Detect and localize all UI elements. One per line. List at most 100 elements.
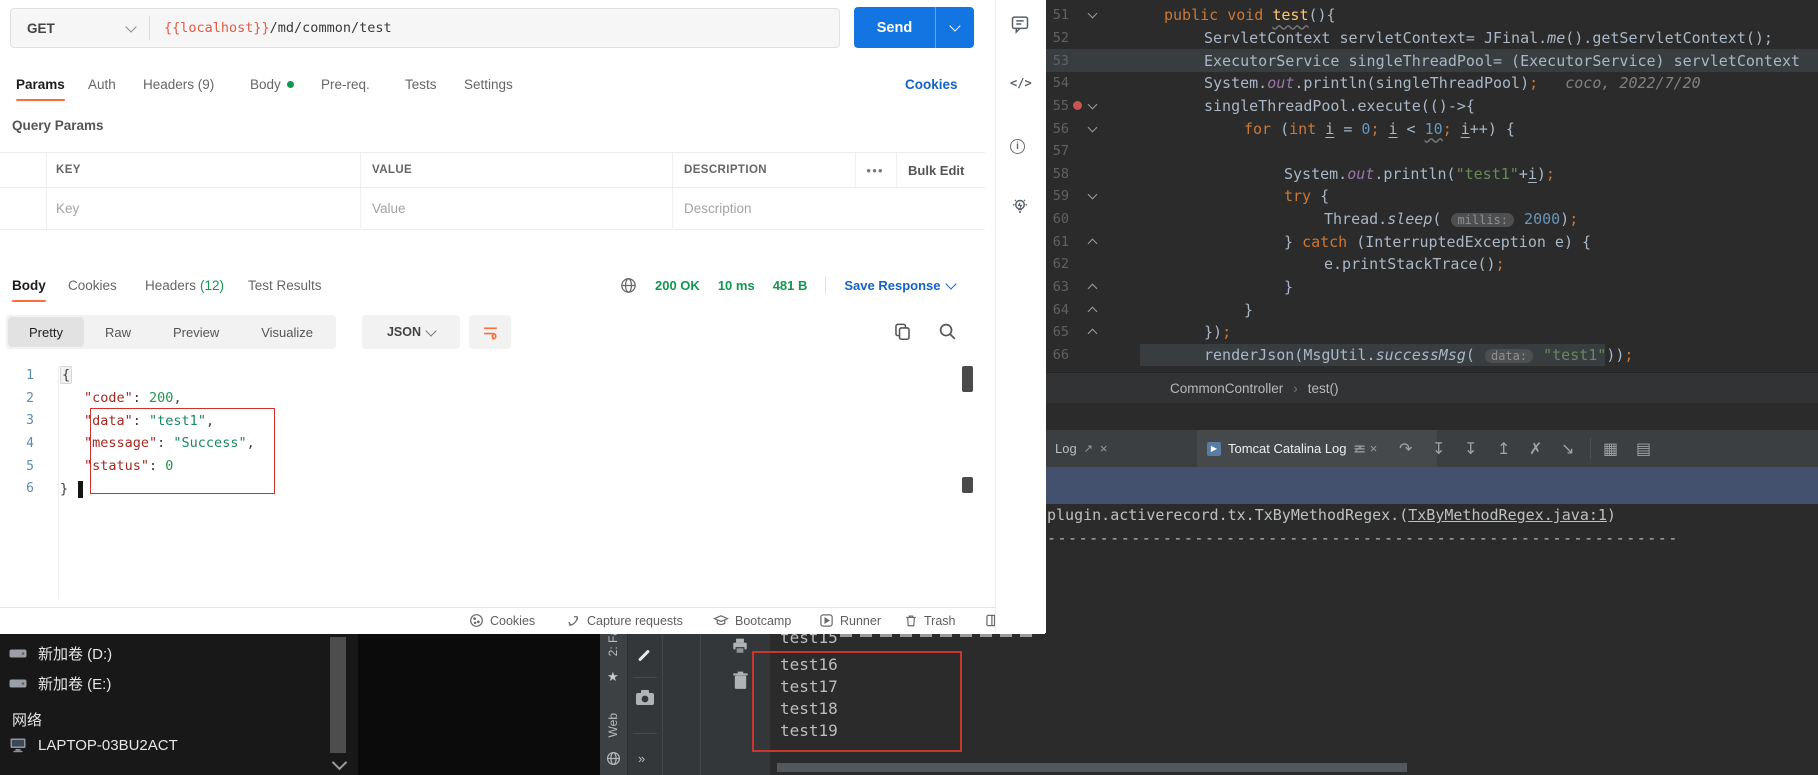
description-input[interactable]: Description [684,188,752,228]
stripe-favorites-label[interactable]: 2: Fa [606,633,620,656]
fold-marker[interactable] [1085,122,1099,132]
ide-code-line[interactable]: 66 renderJson(MsgUtil.successMsg( data: "… [1045,343,1818,367]
bulk-edit-button[interactable]: Bulk Edit [908,153,964,187]
ide-code-line[interactable]: 59 try { [1045,185,1818,208]
fold-marker[interactable] [1085,99,1099,110]
trash-icon[interactable] [732,671,749,695]
value-input[interactable]: Value [372,188,406,228]
code-icon[interactable]: </> [1010,76,1032,90]
ide-code-line[interactable]: 62 e.printStackTrace(); [1045,253,1818,276]
copy-icon[interactable] [893,322,912,346]
bulb-icon[interactable] [1010,196,1030,221]
explorer-item[interactable]: 网络 [12,707,42,731]
ide-code-line[interactable]: 60 Thread.sleep( millis: 2000); [1045,208,1818,231]
request-tab-auth[interactable]: Auth [88,68,116,100]
ide-code-line[interactable]: 57 [1045,140,1818,163]
request-tab-body[interactable]: Body [250,68,294,100]
save-response-button[interactable]: Save Response [844,278,957,293]
horizontal-scrollbar[interactable] [777,763,1407,772]
runner-footer-button[interactable]: Runner [819,608,881,633]
ide-code-line[interactable]: 51 public void test(){ [1045,4,1818,27]
view-tab-pretty[interactable]: Pretty [8,317,84,347]
info-icon[interactable]: i [1010,136,1025,154]
response-tab-headers[interactable]: Headers (12) [145,268,224,302]
response-tab-cookies[interactable]: Cookies [68,268,117,302]
request-tab-pre-req-[interactable]: Pre-req. [321,68,370,100]
cookie-footer-button[interactable]: Cookies [469,608,535,633]
request-tab-params[interactable]: Params [16,68,65,101]
request-tab-tests[interactable]: Tests [405,68,437,100]
ide-editor[interactable]: 51 public void test(){52 ServletContext se… [1045,4,1818,367]
fold-marker[interactable] [1085,283,1099,294]
ide-code-line[interactable]: 63} [1045,276,1818,299]
wrap-icon[interactable]: ↷ [1399,430,1412,467]
log-tab-log[interactable]: Log ↗ × [1045,430,1197,467]
status-badge[interactable]: 200 OK [655,278,700,293]
explorer-item[interactable]: 新加卷 (D:) [8,641,112,665]
fold-marker[interactable] [1085,306,1099,317]
fold-marker[interactable] [1085,328,1099,339]
send-button[interactable]: Send [854,7,974,48]
ide-code-line[interactable]: 61} catch (InterruptedException e) { [1045,230,1818,253]
chevron-down-icon[interactable] [331,754,348,771]
response-size[interactable]: 481 B [773,278,808,293]
ide-code-line[interactable]: 54 System.out.println(singleThreadPool); … [1045,72,1818,95]
explorer-scrollbar[interactable] [330,637,346,753]
fold-marker[interactable] [1085,189,1099,200]
clear-icon[interactable]: ✗ [1529,430,1542,467]
comment-icon[interactable] [1010,14,1030,39]
wrap-text-button[interactable] [469,315,511,349]
response-time[interactable]: 10 ms [718,278,755,293]
grid-icon[interactable]: ▦ [1603,430,1618,467]
star-icon[interactable]: ★ [607,669,619,685]
breadcrumb-method[interactable]: test() [1308,381,1339,396]
download-icon[interactable]: ↧ [1464,430,1477,467]
scroll-up-icon[interactable]: ↥ [1497,430,1510,467]
method-select[interactable]: GET [11,21,149,36]
ide-code-line[interactable]: 53 ExecutorService singleThreadPool= (Exe… [1045,49,1818,72]
response-tab-body[interactable]: Body [12,268,46,302]
jump-icon[interactable]: ↘ [1561,430,1574,467]
response-tab-test-results[interactable]: Test Results [248,268,322,302]
more-icon[interactable]: » [638,751,646,766]
search-icon[interactable] [938,322,957,346]
camera-icon[interactable] [635,689,655,711]
view-tab-raw[interactable]: Raw [84,317,152,347]
url-input[interactable]: {{localhost}}/md/common/test [150,20,392,36]
ide-code-line[interactable]: 56 for (int i = 0; i < 10; i++) { [1045,117,1818,140]
send-options-chevron[interactable] [935,7,974,48]
bootcamp-footer-button[interactable]: Bootcamp [713,608,791,633]
ide-code-line[interactable]: 65}); [1045,321,1818,344]
editor-scrollbar-thumb[interactable] [962,366,973,392]
more-options-icon[interactable]: ●●● [860,153,890,187]
view-tab-preview[interactable]: Preview [152,317,240,347]
ide-code-line[interactable]: 55 singleThreadPool.execute(()->{ [1045,95,1818,118]
ide-code-line[interactable]: 64} [1045,298,1818,321]
request-tab-settings[interactable]: Settings [464,68,513,100]
print-icon[interactable] [731,637,749,660]
close-icon[interactable]: × [1100,441,1108,456]
ide-code-line[interactable]: 58 System.out.println("test1"+i); [1045,162,1818,185]
scroll-down-icon[interactable]: ↧ [1432,430,1445,467]
network-globe-icon[interactable] [620,277,637,294]
close-icon[interactable]: × [1370,441,1378,456]
cookies-link[interactable]: Cookies [905,68,958,100]
globe-icon[interactable] [606,751,621,771]
menu-icon[interactable]: ≡ [1353,430,1366,467]
key-input[interactable]: Key [56,188,79,228]
stripe-web-label[interactable]: Web [606,713,620,737]
fold-marker[interactable] [1085,238,1099,249]
explorer-item[interactable]: 新加卷 (E:) [8,671,111,695]
stacktrace-link[interactable]: TxByMethodRegex.java:1 [1408,506,1607,524]
breadcrumb-class[interactable]: CommonController [1170,381,1283,396]
format-select[interactable]: JSON [362,315,460,349]
settings-icon[interactable]: ▤ [1636,430,1651,467]
request-tab-headers-9-[interactable]: Headers (9) [143,68,214,100]
ide-code-line[interactable]: 52 ServletContext servletContext= JFinal.… [1045,27,1818,50]
explorer-item[interactable]: LAPTOP-03BU2ACT [8,733,178,757]
console-selected-row[interactable] [1045,467,1818,504]
capture-footer-button[interactable]: Capture requests [566,608,683,633]
fold-marker[interactable] [1085,8,1099,19]
view-tab-visualize[interactable]: Visualize [240,317,334,347]
trash-footer-button[interactable]: Trash [904,608,956,633]
